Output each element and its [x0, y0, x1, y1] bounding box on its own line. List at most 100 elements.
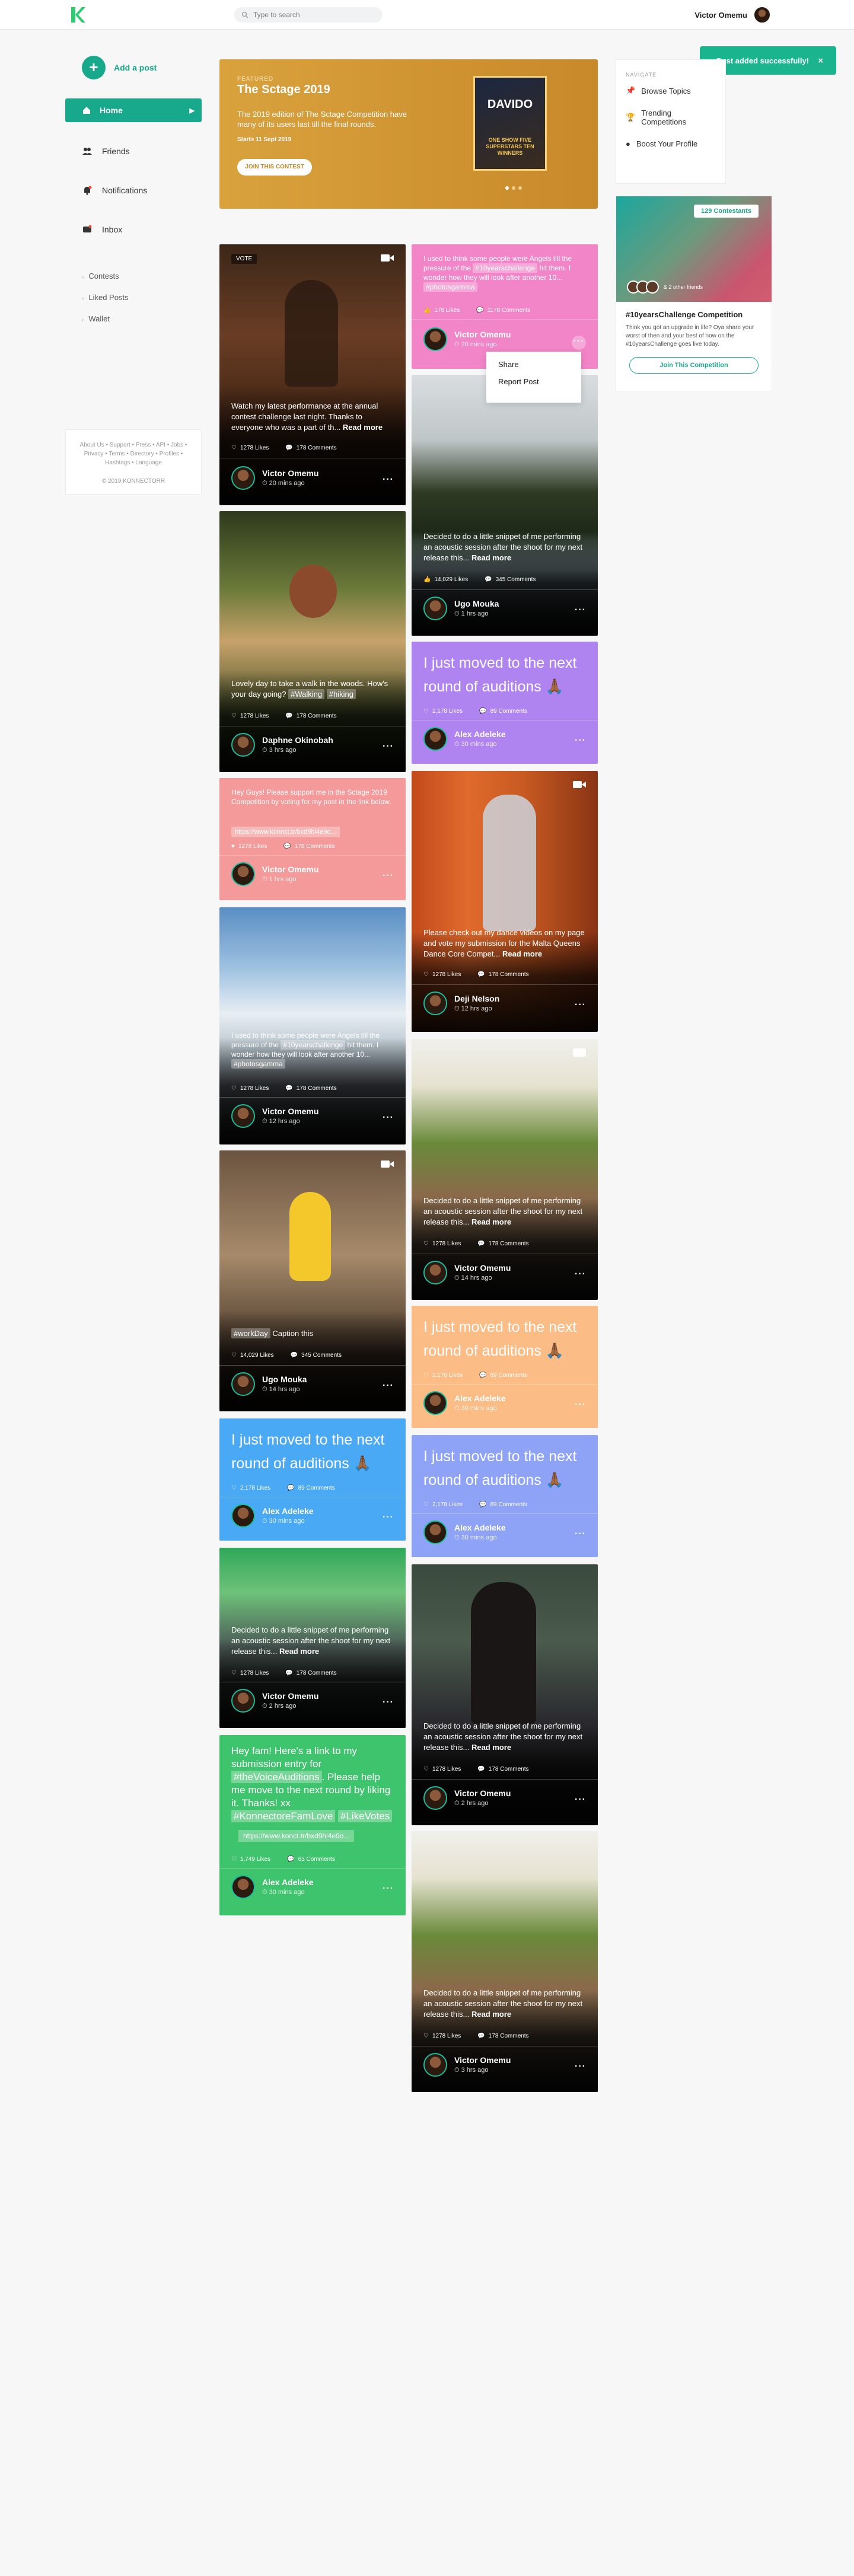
comment-button[interactable]: 💬 89 Comments [479, 1372, 527, 1379]
carousel-dots[interactable] [505, 186, 522, 190]
post-author[interactable]: Victor Omemu ⏱ 20 mins ago [423, 327, 511, 351]
author-name[interactable]: Alex Adeleke [454, 1394, 506, 1403]
more-options-icon[interactable]: ··· [383, 1512, 394, 1523]
hashtag[interactable]: #hiking [326, 689, 356, 699]
like-button[interactable]: ♡ 2,178 Likes [423, 1501, 463, 1508]
avatar[interactable] [231, 1504, 255, 1528]
read-more-link[interactable]: Read more [502, 949, 542, 958]
avatar[interactable] [423, 1520, 447, 1544]
post-card[interactable]: I just moved to the next round of auditi… [412, 1306, 598, 1428]
avatar[interactable] [231, 1104, 255, 1128]
comment-button[interactable]: 💬 178 Comments [477, 971, 528, 978]
share-option[interactable]: Share [498, 360, 569, 369]
sidebar-item-contests[interactable]: › Contests [82, 272, 119, 280]
add-post-button[interactable]: + Add a post [82, 56, 157, 79]
author-name[interactable]: Victor Omemu [262, 468, 318, 478]
like-button[interactable]: ♡ 1278 Likes [423, 1241, 461, 1247]
author-name[interactable]: Alex Adeleke [454, 729, 506, 739]
like-button[interactable]: ♥ 1278 Likes [231, 843, 267, 850]
comment-button[interactable]: 💬 1178 Comments [476, 307, 530, 314]
post-card[interactable]: I used to think some people were Angels … [412, 244, 598, 369]
comment-button[interactable]: 💬 178 Comments [283, 843, 334, 850]
more-options-icon[interactable]: ··· [572, 336, 586, 350]
sidebar-item-wallet[interactable]: › Wallet [82, 314, 110, 323]
author-name[interactable]: Daphne Okinobah [262, 735, 333, 745]
post-card[interactable]: Hey Guys! Please support me in the Sctag… [219, 778, 406, 900]
post-card[interactable]: #workDay Caption this ♡ 14,029 Likes 💬 34… [219, 1150, 406, 1411]
post-author[interactable]: Victor Omemu ⏱ 12 hrs ago [231, 1104, 318, 1128]
comment-button[interactable]: 💬 178 Comments [285, 1670, 336, 1676]
avatar[interactable] [423, 2053, 447, 2077]
like-button[interactable]: ♡ 1278 Likes [423, 2033, 461, 2039]
sidebar-item-liked-posts[interactable]: › Liked Posts [82, 293, 129, 302]
hashtag[interactable]: #Walking [288, 689, 325, 699]
hashtag[interactable]: #photosgamma [423, 282, 477, 292]
read-more-link[interactable]: Read more [471, 553, 511, 562]
like-button[interactable]: ♡ 1278 Likes [423, 1766, 461, 1772]
post-link[interactable]: https://www.konnct.tr/bxd9hl4e9o... [231, 827, 340, 837]
read-more-link[interactable]: Read more [343, 423, 383, 432]
author-name[interactable]: Victor Omemu [454, 1263, 511, 1273]
post-card[interactable]: Hey fam! Here's a link to my submission … [219, 1735, 406, 1915]
more-options-icon[interactable]: ··· [575, 2061, 586, 2072]
post-author[interactable]: Alex Adeleke ⏱ 30 mins ago [231, 1504, 314, 1528]
avatar[interactable] [423, 727, 447, 751]
post-card[interactable]: Decided to do a little snippet of me per… [412, 1039, 598, 1300]
comment-button[interactable]: 💬 345 Comments [291, 1352, 342, 1359]
read-more-link[interactable]: Read more [471, 1217, 511, 1226]
post-author[interactable]: Alex Adeleke ⏱ 30 mins ago [231, 1875, 314, 1899]
more-options-icon[interactable]: ··· [383, 1697, 394, 1708]
comment-button[interactable]: 💬 178 Comments [285, 713, 336, 719]
like-button[interactable]: ♡ 1278 Likes [423, 971, 461, 978]
author-name[interactable]: Alex Adeleke [262, 1877, 314, 1887]
more-options-icon[interactable]: ··· [575, 1794, 586, 1805]
post-author[interactable]: Daphne Okinobah ⏱ 3 hrs ago [231, 733, 333, 757]
read-more-link[interactable]: Read more [279, 1647, 319, 1656]
sidebar-item-friends[interactable]: Friends [82, 146, 130, 157]
boost-profile-link[interactable]: ● Boost Your Profile [626, 139, 716, 148]
hashtag[interactable]: #theVoiceAuditions [231, 1771, 322, 1783]
post-author[interactable]: Victor Omemu ⏱ 1 hrs ago [231, 862, 318, 886]
comment-button[interactable]: 💬 178 Comments [477, 1766, 528, 1772]
avatar[interactable] [231, 1689, 255, 1713]
like-button[interactable]: ♡ 2,178 Likes [423, 708, 463, 715]
like-button[interactable]: ♡ 14,029 Likes [231, 1352, 274, 1359]
avatar[interactable] [423, 1261, 447, 1284]
author-name[interactable]: Deji Nelson [454, 994, 499, 1003]
comment-button[interactable]: 💬 89 Comments [287, 1485, 335, 1491]
browse-topics-link[interactable]: 📌 Browse Topics [626, 86, 716, 95]
user-menu[interactable]: Victor Omemu [694, 6, 771, 24]
author-name[interactable]: Victor Omemu [454, 2055, 511, 2065]
sidebar-item-home[interactable]: Home ▶ [65, 98, 202, 122]
more-options-icon[interactable]: ··· [575, 1399, 586, 1410]
post-card[interactable]: Please check out my dance videos on my p… [412, 771, 598, 1032]
author-name[interactable]: Victor Omemu [262, 1107, 318, 1116]
post-author[interactable]: Ugo Mouka ⏱ 1 hrs ago [423, 597, 499, 620]
avatar[interactable] [231, 466, 255, 490]
sidebar-item-notifications[interactable]: Notifications [82, 185, 147, 196]
hashtag[interactable]: #photosgamma [231, 1059, 285, 1069]
read-more-link[interactable]: Read more [471, 1743, 511, 1752]
hashtag[interactable]: #10yearschallenge [473, 263, 538, 273]
comment-button[interactable]: 💬 89 Comments [479, 708, 527, 715]
like-button[interactable]: ♡ 2,178 Likes [423, 1372, 463, 1379]
toast-close-button[interactable]: × [818, 56, 823, 66]
comment-button[interactable]: 💬 178 Comments [285, 1085, 336, 1092]
post-card[interactable]: Lovely day to take a walk in the woods. … [219, 511, 406, 772]
more-options-icon[interactable]: ··· [383, 1112, 394, 1123]
post-card[interactable]: Decided to do a little snippet of me per… [412, 375, 598, 636]
author-name[interactable]: Ugo Mouka [262, 1375, 307, 1384]
comment-button[interactable]: 💬 63 Comments [287, 1856, 335, 1863]
post-author[interactable]: Alex Adeleke ⏱ 30 mins ago [423, 727, 506, 751]
author-name[interactable]: Ugo Mouka [454, 599, 499, 608]
more-options-icon[interactable]: ··· [575, 1269, 586, 1280]
more-options-icon[interactable]: ··· [383, 1381, 394, 1391]
comment-button[interactable]: 💬 178 Comments [477, 1241, 528, 1247]
join-contest-button[interactable]: JOIN THIS CONTEST [237, 159, 312, 176]
post-card[interactable]: I used to think some people were Angels … [219, 907, 406, 1144]
avatar[interactable] [423, 327, 447, 351]
author-name[interactable]: Victor Omemu [262, 865, 318, 874]
comment-button[interactable]: 💬 178 Comments [477, 2033, 528, 2039]
like-button[interactable]: ♡ 2,178 Likes [231, 1485, 270, 1491]
like-button[interactable]: ♡ 1278 Likes [231, 445, 269, 451]
